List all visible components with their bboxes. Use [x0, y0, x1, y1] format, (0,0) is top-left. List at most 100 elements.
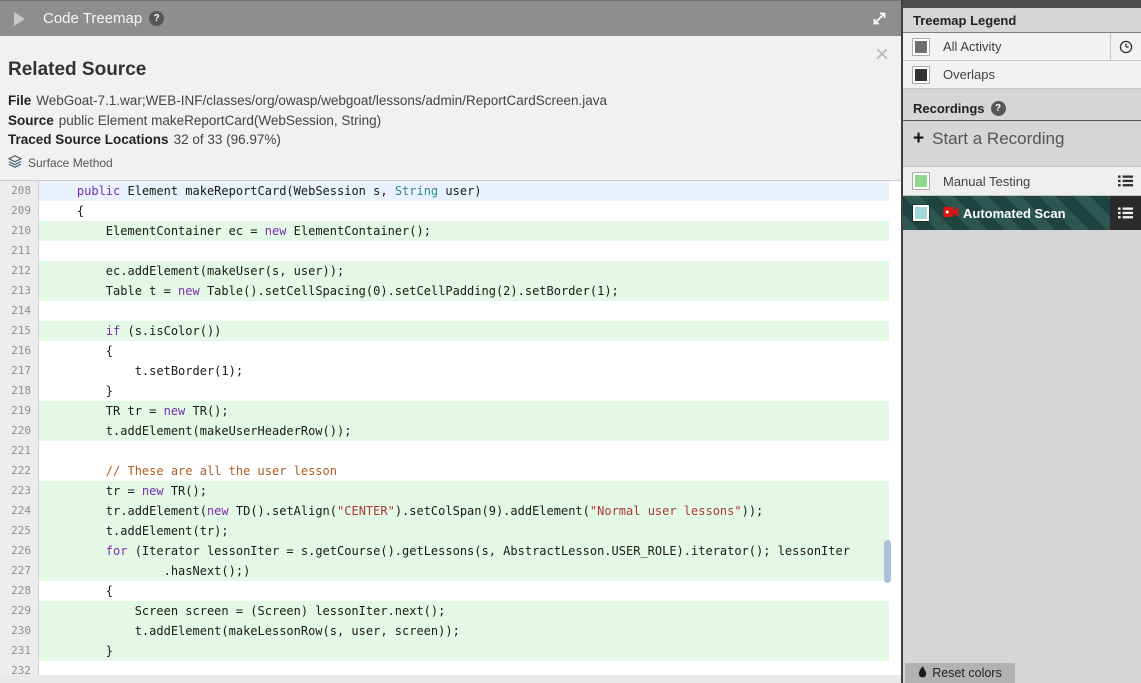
plus-icon: +	[913, 128, 925, 149]
meta-value: public Element makeReportCard(WebSession…	[58, 112, 382, 128]
code-line: 215 if (s.isColor())	[0, 320, 901, 341]
code-text: public Element makeReportCard(WebSession…	[39, 180, 889, 201]
legend-rows: All Activity Overlaps	[903, 33, 1141, 89]
code-text: // These are all the user lesson	[105, 463, 337, 478]
treemap-legend-title: Treemap Legend	[913, 13, 1017, 28]
meta-label: File	[8, 93, 32, 108]
recordings-title: Recordings	[913, 101, 985, 116]
code-line: 227 .hasNext();)	[0, 560, 901, 581]
layers-icon	[7, 154, 23, 171]
code-line: 208 public Element makeReportCard(WebSes…	[0, 180, 901, 201]
code-text: .hasNext();)	[39, 560, 889, 581]
code-lines: 208 public Element makeReportCard(WebSes…	[0, 180, 901, 675]
code-line: 211	[0, 240, 901, 261]
line-number: 222	[0, 460, 39, 481]
code-text: Screen screen = (Screen) lessonIter.next…	[39, 600, 889, 621]
expand-icon[interactable]	[872, 11, 887, 31]
line-number: 223	[0, 480, 39, 501]
main-column: Code Treemap ? × Related Source File WebG…	[0, 0, 903, 683]
meta-label: Source	[8, 112, 54, 128]
source-meta: File WebGoat-7.1.war;WEB-INF/classes/org/…	[8, 91, 891, 150]
list-menu-icon[interactable]	[1110, 167, 1141, 195]
code-text: }	[48, 383, 114, 398]
line-number: 212	[0, 260, 39, 281]
reset-colors-button[interactable]: Reset colors	[905, 663, 1015, 683]
line-number: 226	[0, 540, 39, 561]
code-line: 209 {	[0, 200, 901, 221]
droplet-icon	[918, 665, 927, 681]
code-line: 223 tr = new TR();	[0, 480, 901, 501]
code-line: 222 // These are all the user lesson	[0, 460, 901, 481]
line-number: 210	[0, 220, 39, 241]
code-line: 221	[0, 440, 901, 461]
list-menu-icon[interactable]	[1110, 196, 1141, 230]
line-number: 214	[0, 300, 39, 321]
line-number: 228	[0, 580, 39, 601]
main-footer-strip	[0, 674, 901, 683]
meta-value: WebGoat-7.1.war;WEB-INF/classes/org/owas…	[36, 93, 608, 108]
recording-swatch	[913, 205, 929, 221]
code-text: t.addElement(makeLessonRow(s, user, scre…	[39, 620, 889, 641]
code-line: 226 for (Iterator lessonIter = s.getCour…	[0, 540, 901, 561]
recording-item-automated-scan[interactable]: Automated Scan	[903, 196, 1141, 230]
code-text: {	[48, 583, 114, 598]
code-line: 210 ElementContainer ec = new ElementCon…	[0, 220, 901, 241]
recording-swatch	[913, 173, 929, 189]
line-number: 211	[0, 240, 39, 261]
code-line: 212 ec.addElement(makeUser(s, user));	[0, 260, 901, 281]
line-number: 217	[0, 360, 39, 381]
code-line: 213 Table t = new Table().setCellSpacing…	[0, 280, 901, 301]
legend-swatch	[913, 66, 929, 83]
line-number: 231	[0, 640, 39, 661]
help-icon[interactable]: ?	[149, 11, 165, 26]
line-number: 224	[0, 500, 39, 521]
camcorder-icon	[943, 206, 959, 221]
treemap-title: Code Treemap	[43, 10, 143, 27]
code-line: 218 }	[0, 380, 901, 401]
collapse-toggle-icon[interactable]	[14, 11, 25, 26]
line-number: 215	[0, 320, 39, 341]
start-recording-button[interactable]: + Start a Recording	[903, 121, 1141, 159]
close-icon[interactable]: ×	[875, 43, 889, 67]
code-scrollbar-thumb[interactable]	[884, 539, 891, 583]
code-viewer: 208 public Element makeReportCard(WebSes…	[0, 180, 901, 675]
line-number: 225	[0, 520, 39, 541]
line-number: 216	[0, 340, 39, 361]
legend-item-overlaps[interactable]: Overlaps	[903, 61, 1141, 89]
code-line: 224 tr.addElement(new TD().setAlign("CEN…	[0, 500, 901, 521]
recordings-help-icon[interactable]: ?	[990, 101, 1006, 116]
code-text: tr = new TR();	[39, 480, 889, 501]
meta-value: 32 of 33 (96.97%)	[173, 132, 281, 147]
related-source-panel: × Related Source File WebGoat-7.1.war;WEB…	[0, 36, 901, 181]
line-number: 227	[0, 560, 39, 581]
recording-label: Manual Testing	[943, 173, 1031, 189]
surface-method-badge: Surface Method	[7, 154, 891, 171]
legend-swatch	[913, 38, 929, 55]
sidebar-top-strip	[903, 0, 1141, 8]
line-number: 209	[0, 200, 39, 221]
sidebar: Treemap Legend All Activity Overlaps Reco…	[903, 0, 1141, 683]
recording-label: Automated Scan	[943, 206, 1110, 221]
code-line: 230 t.addElement(makeLessonRow(s, user, …	[0, 620, 901, 641]
line-number: 221	[0, 440, 39, 461]
recording-item-manual-testing[interactable]: Manual Testing	[903, 166, 1141, 196]
line-number: 219	[0, 400, 39, 421]
legend-item-all-activity[interactable]: All Activity	[903, 33, 1141, 61]
code-line: 228 {	[0, 580, 901, 601]
code-line: 217 t.setBorder(1);	[0, 360, 901, 381]
code-text: Table t = new Table().setCellSpacing(0).…	[39, 280, 889, 301]
code-line: 229 Screen screen = (Screen) lessonIter.…	[0, 600, 901, 621]
code-line: 216 {	[0, 340, 901, 361]
code-line: 225 t.addElement(tr);	[0, 520, 901, 541]
line-number: 229	[0, 600, 39, 621]
reset-colors-label: Reset colors	[932, 666, 1002, 680]
treemap-header-bar: Code Treemap ?	[0, 0, 901, 36]
meta-label: Traced Source Locations	[8, 132, 169, 147]
surface-method-label: Surface Method	[28, 155, 113, 170]
recording-rows: Manual Testing Automated Scan	[903, 166, 1141, 230]
clock-icon[interactable]	[1110, 33, 1141, 60]
